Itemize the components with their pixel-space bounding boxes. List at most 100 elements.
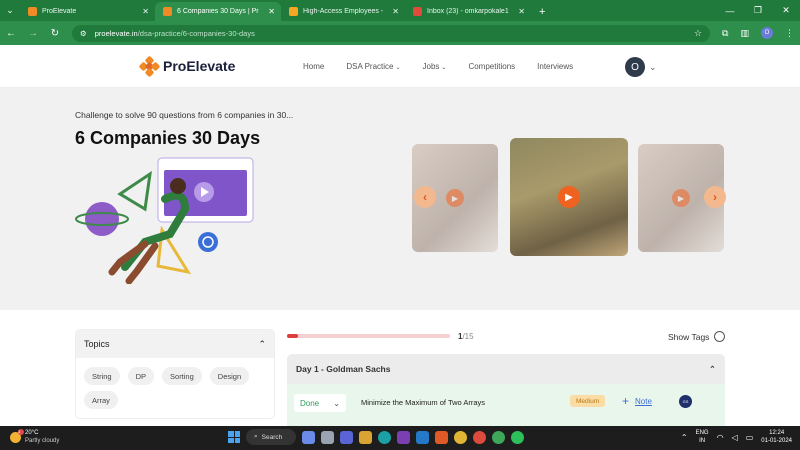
- tab-title: High-Access Employees - Leetc: [303, 8, 384, 15]
- tab-search-chevron-icon[interactable]: ⌄: [0, 0, 20, 21]
- proelevate-favicon-icon: [28, 7, 37, 16]
- page-title: 6 Companies 30 Days: [75, 128, 261, 148]
- play-icon[interactable]: ▶: [558, 186, 580, 208]
- vscode-icon[interactable]: [416, 430, 429, 444]
- radio-circle-icon[interactable]: [714, 331, 726, 342]
- video-thumbnail-main[interactable]: ▶: [510, 138, 628, 256]
- back-arrow-icon[interactable]: ←: [6, 28, 16, 39]
- topic-chip-dp[interactable]: DP: [127, 367, 155, 385]
- clock-time: 12:24: [769, 430, 785, 436]
- copilot-icon[interactable]: [302, 430, 315, 444]
- chevron-up-icon[interactable]: ⌃: [681, 433, 688, 442]
- nav-home[interactable]: Home: [303, 62, 324, 71]
- topic-chip-array[interactable]: Array: [84, 391, 118, 409]
- add-note-button[interactable]: + Note: [622, 394, 652, 408]
- profile-avatar[interactable]: O: [761, 27, 773, 39]
- minimize-icon[interactable]: —: [716, 6, 744, 16]
- video-carousel: ▶ ▶ ▶ ‹ ›: [412, 138, 728, 258]
- language-indicator[interactable]: ENG IN: [696, 429, 709, 445]
- task-view-icon[interactable]: [321, 430, 334, 444]
- more-menu-icon[interactable]: ⋮: [785, 28, 794, 39]
- teams-icon[interactable]: [340, 430, 353, 444]
- plus-icon: +: [622, 394, 630, 408]
- browser-tab[interactable]: High-Access Employees - Leetc ✕: [281, 2, 405, 21]
- progress-bar: [287, 334, 450, 338]
- carousel-prev-arrow-icon[interactable]: ‹: [414, 186, 436, 208]
- clock-date: 01-01-2024: [761, 438, 792, 444]
- nav-interviews[interactable]: Interviews: [537, 62, 573, 71]
- day-title: Day 1 - Goldman Sachs: [296, 364, 391, 374]
- chrome-profile-icon[interactable]: [473, 430, 486, 444]
- bookmark-star-icon[interactable]: ☆: [694, 28, 702, 39]
- battery-icon[interactable]: ▭: [746, 433, 754, 442]
- topics-title: Topics: [84, 339, 110, 349]
- weather-temp: 20°C: [25, 430, 39, 436]
- weather-widget[interactable]: 1 20°C Partly cloudy: [10, 428, 60, 445]
- day-header[interactable]: Day 1 - Goldman Sachs ⌃: [287, 354, 725, 384]
- proelevate-favicon-icon: [163, 7, 172, 16]
- nav-dsa-practice[interactable]: DSA Practice ⌄: [346, 62, 400, 71]
- reload-icon[interactable]: ↻: [50, 28, 60, 39]
- topic-chips: String DP Sorting Design Array: [76, 358, 274, 418]
- taskbar-search[interactable]: ⌕ Search: [246, 429, 296, 445]
- topics-header[interactable]: Topics ⌃: [76, 330, 274, 358]
- brave-icon[interactable]: [435, 430, 448, 444]
- chrome-active-icon[interactable]: [492, 430, 505, 444]
- show-tags-toggle[interactable]: Show Tags: [668, 331, 726, 342]
- play-icon[interactable]: ▶: [446, 189, 464, 207]
- browser-tab[interactable]: Inbox (23) - omkarpokale1510@ ✕: [405, 2, 531, 21]
- topic-chip-design[interactable]: Design: [209, 367, 250, 385]
- note-label: Note: [635, 396, 652, 406]
- question-row: Done ⌄ Minimize the Maximum of Two Array…: [287, 384, 725, 426]
- whatsapp-icon[interactable]: [511, 430, 524, 444]
- hero-illustration: [75, 157, 254, 284]
- edge-icon[interactable]: [378, 430, 391, 444]
- topic-chip-sorting[interactable]: Sorting: [162, 367, 202, 385]
- os-taskbar: 1 20°C Partly cloudy ⌕ Search ⌃ ENG IN ◠…: [0, 426, 800, 450]
- forward-arrow-icon[interactable]: →: [28, 28, 38, 39]
- user-avatar[interactable]: O: [625, 57, 645, 77]
- clock[interactable]: 12:24 01-01-2024: [761, 429, 792, 445]
- sidepanel-icon[interactable]: ▥: [740, 28, 749, 39]
- nav-competitions[interactable]: Competitions: [468, 62, 515, 71]
- windows-start-icon[interactable]: [228, 431, 240, 443]
- lang-bottom: IN: [699, 438, 706, 444]
- chevron-up-icon[interactable]: ⌃: [258, 339, 266, 350]
- system-tray: ⌃ ENG IN ◠ ◁ ▭ 12:24 01-01-2024: [681, 429, 792, 445]
- weather-desc: Partly cloudy: [25, 438, 60, 444]
- url-field[interactable]: ⚙ proelevate.in/dsa-practice/6-companies…: [72, 24, 711, 42]
- topic-chip-string[interactable]: String: [84, 367, 120, 385]
- close-icon[interactable]: ✕: [392, 7, 399, 16]
- window-controls: — ❐ ✕: [716, 0, 800, 21]
- maximize-icon[interactable]: ❐: [744, 5, 772, 16]
- carousel-next-arrow-icon[interactable]: ›: [704, 186, 726, 208]
- question-title[interactable]: Minimize the Maximum of Two Arrays: [361, 398, 485, 407]
- chrome-icon[interactable]: [454, 430, 467, 444]
- nav-jobs[interactable]: Jobs ⌄: [423, 62, 447, 71]
- weather-sun-icon: 1: [10, 428, 24, 443]
- lang-top: ENG: [695, 430, 709, 436]
- play-icon[interactable]: ▶: [672, 189, 690, 207]
- file-explorer-icon[interactable]: [359, 430, 372, 444]
- topics-panel: Topics ⌃ String DP Sorting Design Array: [75, 329, 275, 419]
- extensions-puzzle-icon[interactable]: ⧉: [722, 28, 728, 39]
- close-window-icon[interactable]: ✕: [772, 5, 800, 16]
- site-logo[interactable]: ProElevate: [138, 55, 236, 78]
- close-icon[interactable]: ✕: [142, 7, 149, 16]
- close-icon[interactable]: ✕: [268, 7, 275, 16]
- browser-tab-active[interactable]: 6 Companies 30 Days | ProElev ✕: [155, 2, 281, 21]
- site-header: ProElevate Home DSA Practice ⌄ Jobs ⌄ Comp…: [0, 45, 800, 88]
- speaker-icon[interactable]: ◁: [732, 433, 738, 442]
- browser-tab[interactable]: ProElevate ✕: [20, 2, 155, 21]
- logo-text: ProElevate: [163, 58, 236, 74]
- status-select[interactable]: Done ⌄: [294, 394, 346, 412]
- close-icon[interactable]: ✕: [518, 7, 525, 16]
- site-info-icon[interactable]: ⚙: [80, 29, 87, 38]
- chevron-up-icon[interactable]: ⌃: [709, 364, 716, 375]
- progress-count: 1/15: [458, 332, 474, 341]
- chevron-down-icon[interactable]: ⌄: [649, 62, 657, 73]
- wifi-icon[interactable]: ◠: [717, 433, 724, 442]
- github-desktop-icon[interactable]: [397, 430, 410, 444]
- tab-title: Inbox (23) - omkarpokale1510@: [427, 8, 509, 15]
- new-tab-plus-icon[interactable]: +: [531, 2, 553, 21]
